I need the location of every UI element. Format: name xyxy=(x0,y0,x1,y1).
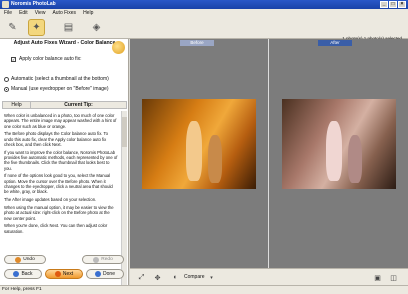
minimize-button[interactable]: _ xyxy=(380,1,388,8)
after-label[interactable]: After xyxy=(318,40,352,46)
done-button[interactable]: Done xyxy=(86,269,124,279)
help-tab[interactable]: Help xyxy=(3,102,31,108)
undo-redo-bar: Undo Redo xyxy=(0,254,129,266)
viewer-divider[interactable] xyxy=(268,39,269,268)
redo-icon xyxy=(93,256,100,263)
print-icon[interactable]: ▤ xyxy=(60,19,77,36)
color-balance-icon xyxy=(112,41,125,54)
auto-fix-icon[interactable]: ✦ xyxy=(28,19,45,36)
undo-icon xyxy=(15,256,22,263)
wizard-title: Adjust Auto Fixes Wizard - Color Balance xyxy=(13,40,116,46)
child-figure-before xyxy=(208,135,222,183)
fit-icon[interactable]: ⤢ xyxy=(136,272,147,283)
tip-paragraph: When color is unbalanced in a photo, too… xyxy=(4,113,117,129)
next-arrow-icon xyxy=(54,271,61,277)
radio-automatic[interactable]: Automatic (select a thumbnail at the bot… xyxy=(4,76,109,82)
radio-automatic-label: Automatic (select a thumbnail at the bot… xyxy=(11,76,109,82)
pan-icon[interactable]: ✥ xyxy=(152,272,163,283)
radio-manual[interactable]: Manual (use eyedropper on "Before" image… xyxy=(4,86,109,92)
window-controls: _ □ × xyxy=(380,1,406,8)
menu-auto-fixes[interactable]: Auto Fixes xyxy=(52,9,76,17)
compare-icon[interactable]: ◐ xyxy=(170,272,181,283)
maximize-button[interactable]: □ xyxy=(389,1,397,8)
after-photo[interactable] xyxy=(282,99,396,189)
menu-bar: File Edit View Auto Fixes Help xyxy=(0,9,408,17)
child-figure-after xyxy=(326,121,342,181)
tip-paragraph: The Before photo displays the Color bala… xyxy=(4,131,108,147)
menu-edit[interactable]: Edit xyxy=(19,9,28,17)
view-toolbar: ⤢ ✥ ◐ Compare ▾ ▣ ◫ xyxy=(130,268,408,285)
radio-manual-dot xyxy=(4,86,9,92)
wizard-nav: Back Next Done xyxy=(0,267,129,281)
next-label: Next xyxy=(62,271,74,277)
done-label: Done xyxy=(103,271,115,277)
share-icon[interactable]: ◈ xyxy=(88,19,105,36)
wizard-panel: Adjust Auto Fixes Wizard - Color Balance… xyxy=(0,39,129,286)
child-figure-before xyxy=(186,121,202,181)
single-view-icon[interactable]: ▣ xyxy=(372,272,383,283)
undo-button[interactable]: Undo xyxy=(4,255,46,264)
done-check-icon xyxy=(95,271,102,277)
before-label[interactable]: Before xyxy=(180,40,214,46)
checkbox-label: Apply color balance auto fix: xyxy=(19,56,82,62)
current-tip-title: Current Tip: xyxy=(64,102,93,108)
photo-viewer: Before After xyxy=(130,39,408,268)
tip-paragraph: The After image updates based on your se… xyxy=(4,197,97,203)
tip-paragraph: If none of the options look good to you,… xyxy=(4,173,113,195)
window-title: Noromis PhotoLab xyxy=(11,1,56,7)
tip-paragraph: When using the manual option, it may be … xyxy=(4,204,114,221)
child-figure-after xyxy=(348,135,362,183)
back-arrow-icon xyxy=(13,271,20,277)
before-photo[interactable] xyxy=(142,99,256,189)
menu-file[interactable]: File xyxy=(4,9,12,17)
status-bar: For Help, press F1 xyxy=(0,285,408,294)
scroll-thumb[interactable] xyxy=(122,117,127,147)
chevron-down-icon[interactable]: ▾ xyxy=(206,272,217,283)
back-button[interactable]: Back xyxy=(4,269,42,279)
compare-label[interactable]: Compare xyxy=(184,274,205,280)
undo-label: Undo xyxy=(23,257,35,262)
radio-manual-label: Manual (use eyedropper on "Before" image… xyxy=(11,86,109,92)
split-view-icon[interactable]: ◫ xyxy=(388,272,399,283)
next-button[interactable]: Next xyxy=(45,269,83,279)
main-toolbar: ✎ ✦ ▤ ◈ 1 photo(s) 1 photo(s) selected C… xyxy=(0,17,408,47)
back-label: Back xyxy=(21,271,33,277)
checkbox-check-icon: ✓ xyxy=(11,56,16,62)
redo-label: Redo xyxy=(101,257,113,262)
title-bar: Noromis PhotoLab _ □ × xyxy=(0,0,408,9)
menu-help[interactable]: Help xyxy=(83,9,93,17)
tip-paragraph: If you want to improve the color balance… xyxy=(4,149,118,171)
app-icon xyxy=(2,1,9,8)
redo-button[interactable]: Redo xyxy=(82,255,124,264)
tip-header: Help Current Tip: xyxy=(2,101,127,109)
menu-view[interactable]: View xyxy=(35,9,46,17)
close-button[interactable]: × xyxy=(398,1,406,8)
radio-automatic-dot xyxy=(4,76,9,82)
edit-wand-icon[interactable]: ✎ xyxy=(4,19,21,36)
apply-color-balance-checkbox[interactable]: ✓ Apply color balance auto fix: xyxy=(11,56,82,62)
tip-paragraph: When you're done, click Next. You can th… xyxy=(4,223,108,234)
